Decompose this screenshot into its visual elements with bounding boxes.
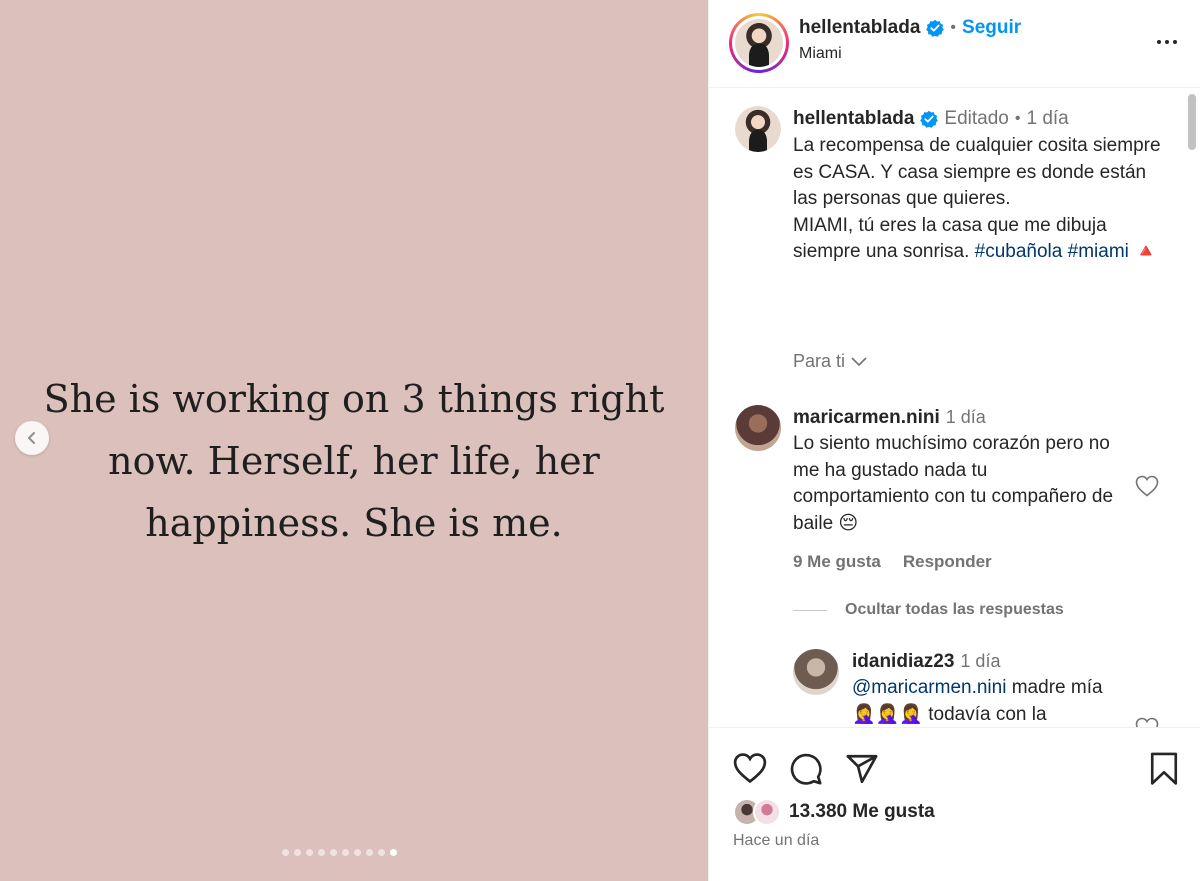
reply-username[interactable]: idanidiaz23 <box>852 651 954 673</box>
carousel-dot <box>342 849 349 856</box>
hashtag-link[interactable]: #miami <box>1068 241 1129 262</box>
divider <box>793 609 827 611</box>
carousel-indicator <box>282 849 397 856</box>
reply-button[interactable]: Responder <box>903 552 992 572</box>
media-quote-text: She is working on 3 things right now. He… <box>43 377 665 545</box>
carousel-dot <box>306 849 313 856</box>
reply-text: @maricarmen.nini madre mía🤦‍♀️🤦‍♀️🤦‍♀️ t… <box>852 675 1120 727</box>
carousel-dot-active <box>390 849 397 856</box>
reply-time: 1 día <box>960 651 1001 671</box>
chevron-left-icon <box>28 432 35 444</box>
separator-dot: • <box>950 19 957 36</box>
verified-badge-icon <box>920 110 939 128</box>
follow-button[interactable]: Seguir <box>962 17 1021 39</box>
bookmark-icon[interactable] <box>1149 752 1179 791</box>
comments-section: hellentablada Editado • 1 día La recompe… <box>709 89 1200 727</box>
caption-username[interactable]: hellentablada <box>793 108 914 130</box>
chevron-down-icon <box>851 356 867 366</box>
comment-avatar[interactable] <box>735 405 781 451</box>
comment-text: Lo siento muchísimo corazón pero no me h… <box>793 433 1114 534</box>
caption-text: La recompensa de cualquier cosita siempr… <box>793 133 1163 266</box>
reply-like-heart-icon[interactable] <box>1135 717 1159 727</box>
comment-time: 1 día <box>945 407 986 427</box>
share-paper-plane-icon[interactable] <box>845 752 879 786</box>
post-side-panel: hellentablada • Seguir Miami hellentabla… <box>708 0 1200 881</box>
comment-likes-count[interactable]: 9 Me gusta <box>793 552 881 572</box>
post-location[interactable]: Miami <box>799 45 842 63</box>
for-you-dropdown[interactable]: Para ti <box>793 351 867 372</box>
comment-username[interactable]: maricarmen.nini <box>793 407 940 429</box>
liked-by-avatars[interactable] <box>733 798 781 826</box>
edited-label: Editado <box>944 108 1009 129</box>
like-heart-icon[interactable] <box>733 752 767 786</box>
comment-bubble-icon[interactable] <box>789 752 823 786</box>
caption-emoji: 🔺 <box>1134 241 1158 262</box>
carousel-dot <box>366 849 373 856</box>
hide-replies-button[interactable]: Ocultar todas las respuestas <box>793 601 1064 619</box>
post-header: hellentablada • Seguir Miami <box>709 0 1200 88</box>
post-media[interactable]: She is working on 3 things right now. He… <box>0 0 708 881</box>
story-ring[interactable] <box>729 13 789 73</box>
caption-time: 1 día <box>1026 108 1069 129</box>
avatar <box>753 798 781 826</box>
avatar[interactable] <box>735 19 783 67</box>
likes-count[interactable]: 13.380 Me gusta <box>789 801 935 823</box>
post-footer: 13.380 Me gusta Hace un día <box>709 727 1200 881</box>
mention-link[interactable]: @maricarmen.nini <box>852 677 1006 698</box>
for-you-label: Para ti <box>793 351 846 371</box>
separator-dot: • <box>1014 110 1021 127</box>
hashtag-link[interactable]: #cubañola <box>975 241 1063 262</box>
carousel-dot <box>354 849 361 856</box>
carousel-dot <box>330 849 337 856</box>
reply-avatar[interactable] <box>793 649 839 695</box>
more-options-icon[interactable] <box>1155 30 1179 59</box>
caption-avatar[interactable] <box>735 106 781 152</box>
header-username[interactable]: hellentablada <box>799 17 920 39</box>
carousel-dot <box>378 849 385 856</box>
verified-badge-icon <box>926 19 945 37</box>
caption-body: La recompensa de cualquier cosita siempr… <box>793 135 1161 209</box>
post-timestamp: Hace un día <box>733 832 820 849</box>
previous-slide-button[interactable] <box>15 421 49 455</box>
comment-like-heart-icon[interactable] <box>1135 475 1159 502</box>
carousel-dot <box>294 849 301 856</box>
carousel-dot <box>318 849 325 856</box>
hide-replies-label: Ocultar todas las respuestas <box>845 601 1064 618</box>
carousel-dot <box>282 849 289 856</box>
